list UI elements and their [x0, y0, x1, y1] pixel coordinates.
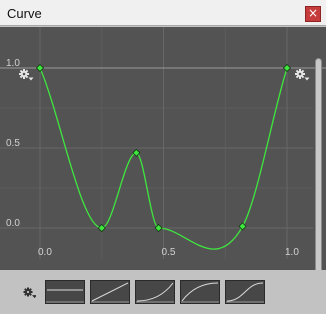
- preset-ease-out-button[interactable]: [180, 280, 220, 304]
- keyframe-marker[interactable]: [282, 63, 292, 73]
- keyframe-marker[interactable]: [35, 63, 45, 73]
- x-tick-label: 1.0: [285, 247, 299, 258]
- x-tick-label: 0.0: [38, 247, 52, 258]
- gear-dropdown-icon[interactable]: [295, 69, 310, 81]
- preset-ease-in-button[interactable]: [135, 280, 175, 304]
- preset-linear-icon: [91, 282, 129, 303]
- window-title: Curve: [7, 6, 42, 21]
- curve-window: Curve × 1.0 0.5 0.0 0.0 0.5 1.0: [0, 0, 326, 314]
- preset-ease-out-icon: [181, 282, 219, 303]
- keyframe-marker[interactable]: [97, 223, 106, 233]
- y-tick-label: 0.5: [6, 138, 20, 149]
- y-tick-label: 0.0: [6, 218, 20, 229]
- grid-lines: [0, 27, 326, 259]
- title-bar: Curve ×: [0, 0, 326, 26]
- curve-canvas[interactable]: 1.0 0.5 0.0 0.0 0.5 1.0: [0, 27, 326, 270]
- preset-constant-icon: [46, 289, 84, 303]
- vertical-scrollbar[interactable]: [315, 58, 322, 288]
- curve-editor-panel[interactable]: 1.0 0.5 0.0 0.0 0.5 1.0: [0, 27, 326, 292]
- presets-bar: [0, 270, 326, 314]
- preset-constant-button[interactable]: [45, 280, 85, 304]
- x-tick-label: 0.5: [162, 247, 176, 258]
- close-button[interactable]: ×: [305, 6, 321, 22]
- y-tick-label: 1.0: [6, 58, 20, 69]
- preset-ease-in-out-button[interactable]: [225, 280, 265, 304]
- preset-linear-button[interactable]: [90, 280, 130, 304]
- gear-dropdown-icon[interactable]: [19, 69, 34, 81]
- preset-ease-in-icon: [136, 282, 174, 303]
- preset-ease-in-out-icon: [226, 282, 264, 303]
- keyframe-marker[interactable]: [238, 222, 247, 231]
- gear-dropdown-icon[interactable]: [22, 286, 36, 300]
